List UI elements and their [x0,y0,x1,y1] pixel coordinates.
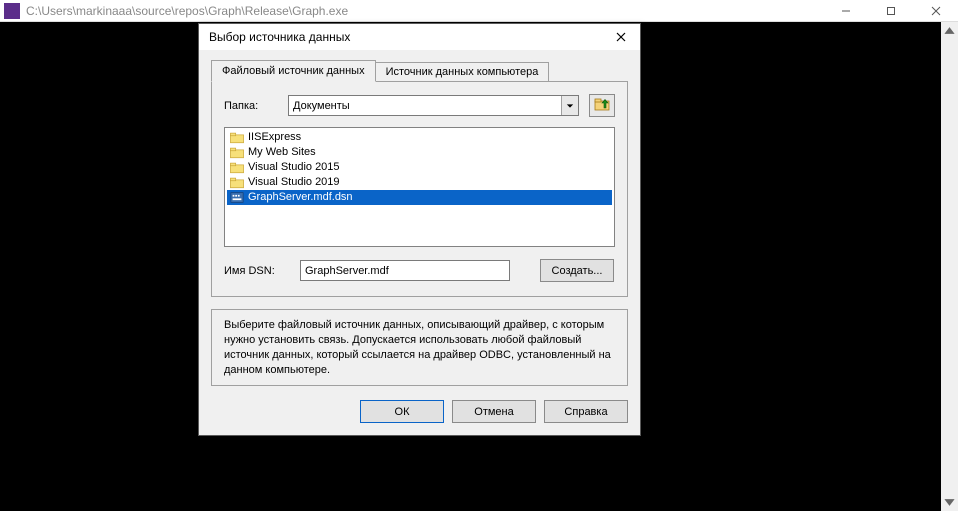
list-item[interactable]: Visual Studio 2015 [227,160,612,175]
file-list[interactable]: IISExpressMy Web SitesVisual Studio 2015… [224,127,615,247]
chevron-down-icon[interactable] [561,96,578,115]
create-dsn-button[interactable]: Создать... [540,259,614,282]
list-item[interactable]: Visual Studio 2019 [227,175,612,190]
app-icon [4,3,20,19]
help-button[interactable]: Справка [544,400,628,423]
folder-combobox[interactable]: Документы [288,95,579,116]
dialog-close-button[interactable] [608,27,634,47]
data-source-dialog: Выбор источника данных Файловый источник… [198,23,641,436]
dialog-titlebar[interactable]: Выбор источника данных [199,24,640,50]
file-name: My Web Sites [248,145,316,160]
dialog-buttons: ОК Отмена Справка [211,400,628,423]
cancel-button[interactable]: Отмена [452,400,536,423]
dsn-name-row: Имя DSN: Создать... [224,259,615,282]
folder-icon [229,176,245,190]
list-item[interactable]: GraphServer.mdf.dsn [227,190,612,205]
folder-icon [229,146,245,160]
folder-label: Папка: [224,100,288,112]
tab-panel-file-dsn: Папка: Документы [211,81,628,297]
hint-text: Выберите файловый источник данных, описы… [211,309,628,386]
folder-row: Папка: Документы [224,94,615,117]
tabstrip: Файловый источник данных Источник данных… [211,60,628,82]
file-name: Visual Studio 2019 [248,175,340,190]
dsn-name-input[interactable] [300,260,510,281]
dsn-file-icon [229,191,245,205]
tab-file-dsn[interactable]: Файловый источник данных [211,60,376,82]
app-titlebar: C:\Users\markinaaa\source\repos\Graph\Re… [0,0,958,22]
close-button[interactable] [913,0,958,21]
folder-icon [229,131,245,145]
tab-machine-dsn[interactable]: Источник данных компьютера [375,62,550,82]
folder-up-button[interactable] [589,94,615,117]
minimize-button[interactable] [823,0,868,21]
ok-button[interactable]: ОК [360,400,444,423]
app-title: C:\Users\markinaaa\source\repos\Graph\Re… [26,4,823,18]
maximize-button[interactable] [868,0,913,21]
file-name: Visual Studio 2015 [248,160,340,175]
window-controls [823,0,958,21]
scroll-up-icon[interactable] [941,22,958,39]
list-item[interactable]: My Web Sites [227,145,612,160]
folder-icon [229,161,245,175]
dialog-title: Выбор источника данных [209,30,608,44]
folder-value: Документы [293,100,561,112]
vertical-scrollbar[interactable] [941,22,958,511]
dsn-name-label: Имя DSN: [224,265,300,277]
file-name: IISExpress [248,130,301,145]
list-item[interactable]: IISExpress [227,130,612,145]
folder-up-icon [594,96,610,115]
file-name: GraphServer.mdf.dsn [248,190,353,205]
scroll-down-icon[interactable] [941,494,958,511]
dialog-body: Файловый источник данных Источник данных… [199,50,640,435]
